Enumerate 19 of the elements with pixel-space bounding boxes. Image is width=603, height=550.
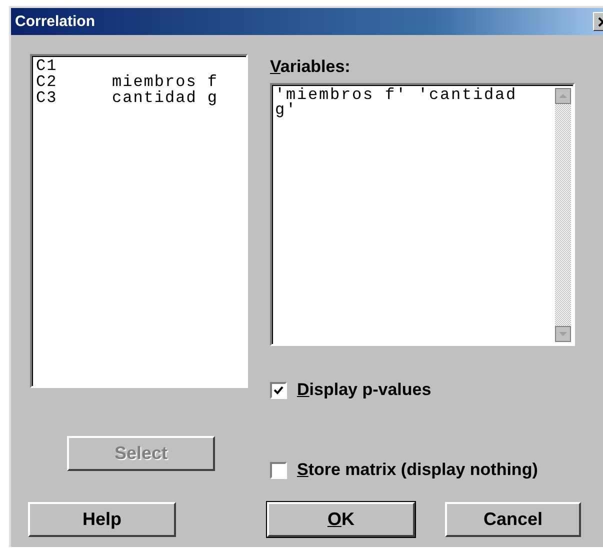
- column-id[interactable]: C3: [36, 90, 112, 106]
- checkbox-label[interactable]: Store matrix (display nothing): [297, 460, 538, 480]
- checkbox[interactable]: [270, 382, 287, 398]
- scroll-down-icon[interactable]: [555, 326, 571, 342]
- column-id[interactable]: C1: [36, 58, 112, 74]
- dialog-button[interactable]: Cancel: [445, 502, 581, 537]
- scrollbar[interactable]: [555, 88, 571, 342]
- checkbox-label[interactable]: Display p-values: [297, 380, 432, 400]
- dialog-button[interactable]: Help: [28, 502, 176, 537]
- scroll-up-icon[interactable]: [555, 88, 571, 104]
- variables-label: Variables:: [270, 57, 352, 78]
- window-title: Correlation: [15, 13, 96, 30]
- column-name[interactable]: cantidad g: [112, 90, 218, 106]
- dialog-button[interactable]: OK: [267, 502, 415, 537]
- variables-field[interactable]: 'miembros f' 'cantidad g': [270, 83, 575, 346]
- checkbox[interactable]: [270, 462, 287, 478]
- column-name[interactable]: miembros f: [112, 74, 218, 90]
- check-icon: [273, 384, 284, 396]
- column-id[interactable]: C2: [36, 74, 112, 90]
